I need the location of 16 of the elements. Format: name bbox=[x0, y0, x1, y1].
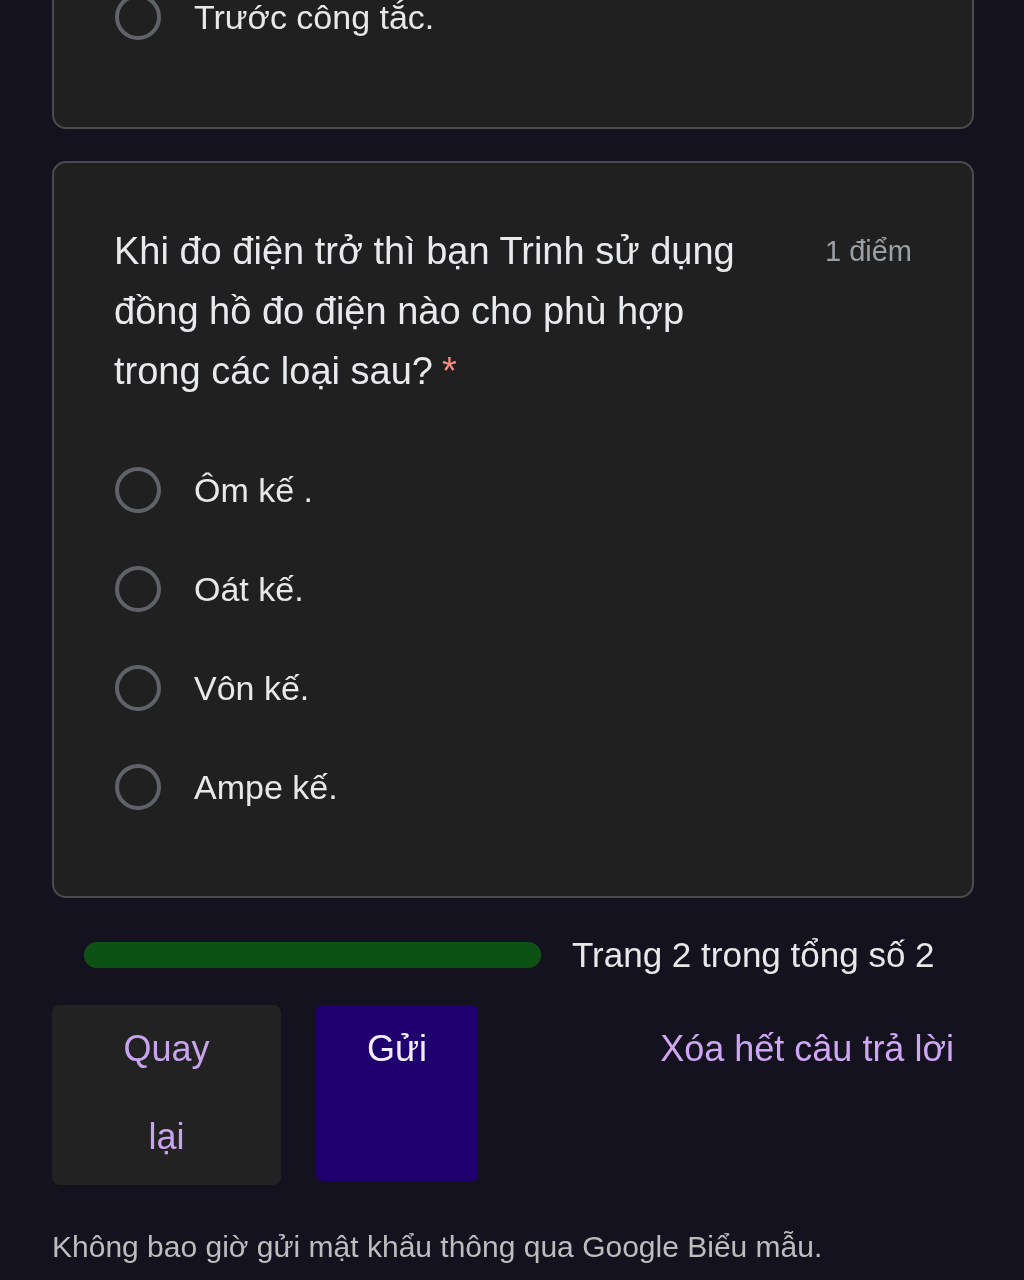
radio-button[interactable] bbox=[115, 763, 161, 810]
option-label: Vôn kế. bbox=[194, 667, 310, 709]
question-points: 1 điểm bbox=[824, 234, 912, 269]
radio-button[interactable] bbox=[115, 664, 161, 711]
radio-button[interactable] bbox=[115, 0, 161, 40]
footer-notice: Không bao giờ gửi mật khẩu thông qua Google Biểu mẫu. bbox=[52, 1229, 824, 1265]
submit-button[interactable]: Gửi bbox=[316, 1005, 478, 1181]
back-button[interactable]: Quay lại bbox=[52, 1005, 281, 1185]
radio-button[interactable] bbox=[115, 466, 161, 513]
radio-button[interactable] bbox=[115, 565, 161, 612]
option-label: Ôm kế . bbox=[194, 469, 314, 511]
clear-form-button[interactable]: Xóa hết câu trả lời bbox=[660, 1005, 954, 1093]
page-indicator: Trang 2 trong tổng số 2 bbox=[572, 934, 935, 976]
option-label: Ampe kế. bbox=[194, 766, 338, 808]
option-label: Oát kế. bbox=[194, 568, 304, 610]
question-title: Khi đo điện trở thì bạn Trinh sử dụng đồng hồ đo điện nào cho phù hợp trong các loại sau? * bbox=[114, 229, 736, 394]
